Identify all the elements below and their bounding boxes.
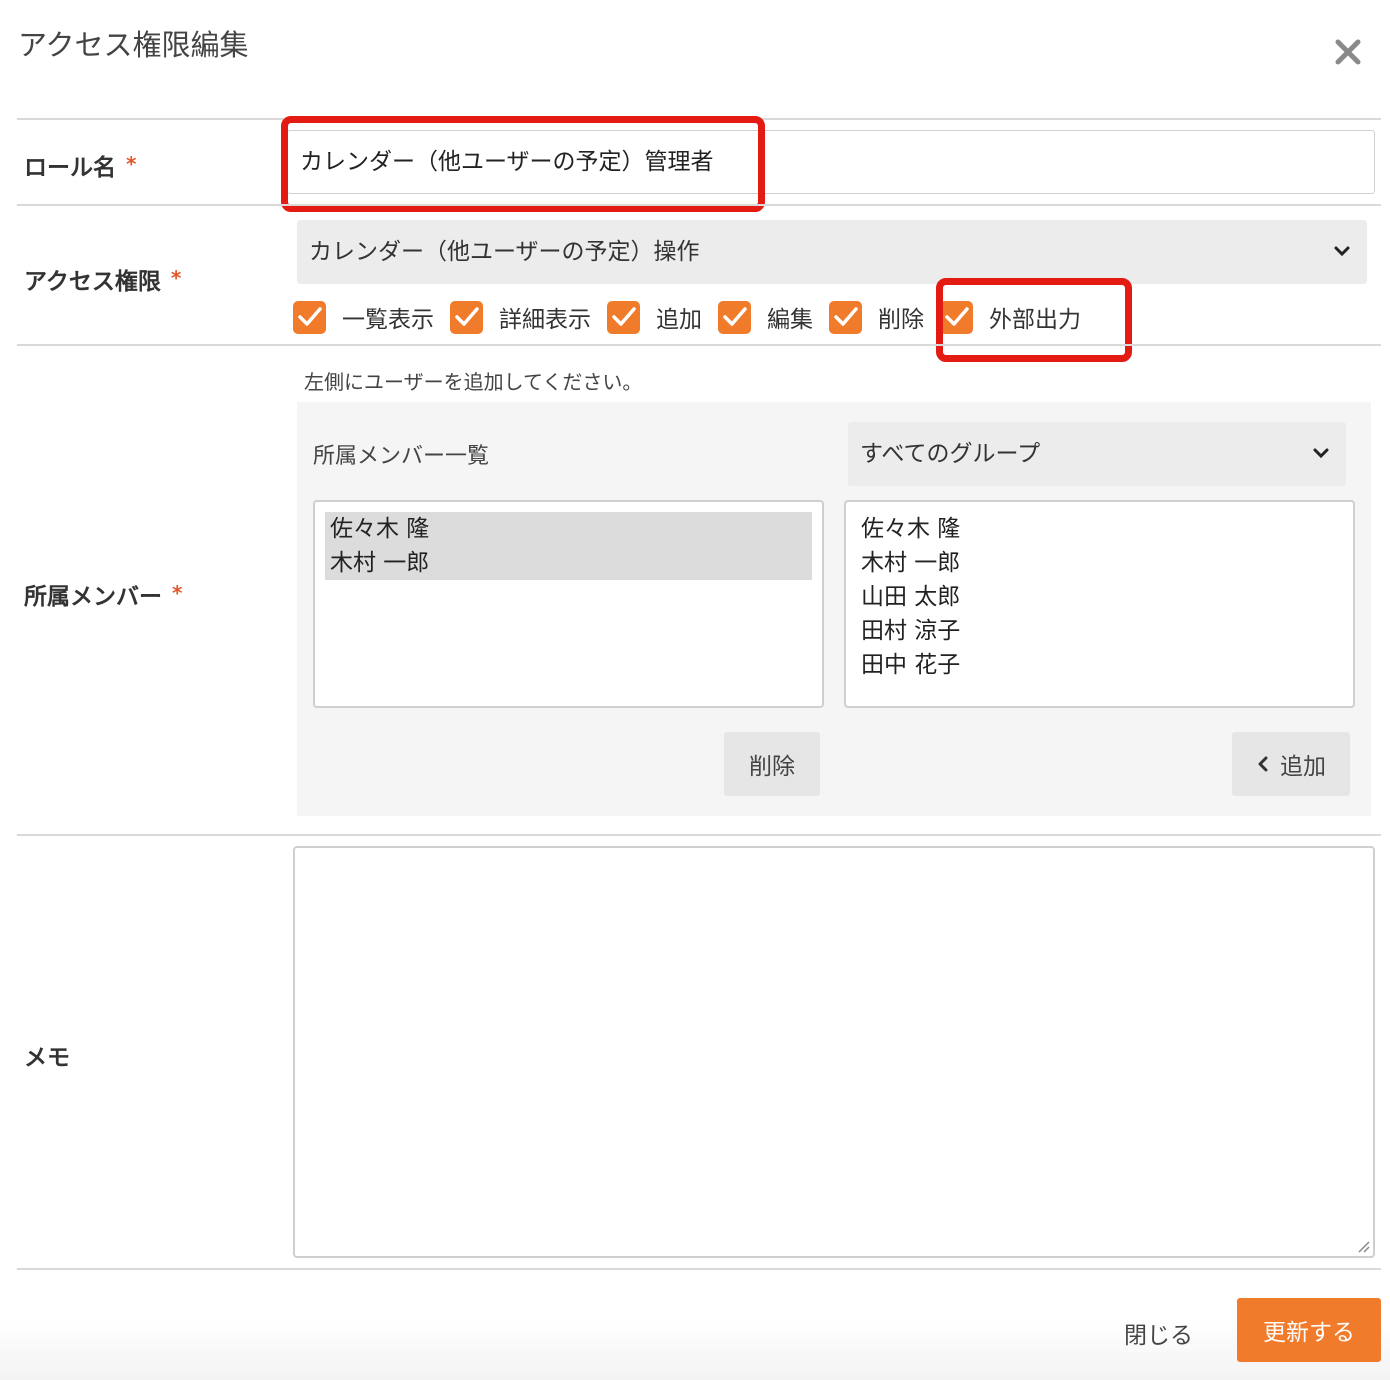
memo-label: メモ bbox=[24, 1045, 70, 1071]
member-list-title: 所属メンバー一覧 bbox=[313, 444, 490, 469]
chevron-down-icon bbox=[1313, 448, 1329, 459]
required-mark: * bbox=[172, 581, 183, 605]
available-users-listbox[interactable]: 佐々木 隆 木村 一郎 山田 太郎 田村 涼子 田中 花子 bbox=[844, 500, 1355, 708]
checkbox-checked[interactable] bbox=[450, 300, 483, 334]
list-item[interactable]: 佐々木 隆 bbox=[325, 512, 812, 546]
check-icon bbox=[833, 307, 858, 326]
update-button[interactable]: 更新する bbox=[1237, 1298, 1381, 1362]
members-hint: 左側にユーザーを追加してください。 bbox=[304, 370, 643, 394]
group-select[interactable]: すべてのグループ bbox=[848, 422, 1346, 486]
permission-delete[interactable]: 削除 bbox=[829, 300, 924, 334]
permission-detail-view[interactable]: 詳細表示 bbox=[450, 300, 591, 334]
required-mark: * bbox=[170, 266, 182, 290]
close-icon[interactable] bbox=[1332, 36, 1364, 68]
list-item[interactable]: 山田 太郎 bbox=[856, 580, 1343, 614]
check-icon bbox=[454, 307, 479, 326]
list-item[interactable]: 田村 涼子 bbox=[856, 614, 1343, 648]
check-icon bbox=[611, 307, 636, 326]
assigned-members-listbox[interactable]: 佐々木 隆 木村 一郎 bbox=[313, 500, 824, 708]
chevron-down-icon bbox=[1334, 246, 1350, 257]
dialog-title: アクセス権限編集 bbox=[18, 28, 249, 62]
memo-textarea[interactable] bbox=[293, 846, 1375, 1258]
checkbox-checked[interactable] bbox=[293, 300, 326, 334]
remove-member-button[interactable]: 削除 bbox=[724, 732, 820, 796]
permission-add[interactable]: 追加 bbox=[607, 300, 702, 334]
access-label: アクセス権限 * bbox=[24, 266, 182, 295]
list-item[interactable]: 木村 一郎 bbox=[325, 546, 812, 580]
list-item[interactable]: 田中 花子 bbox=[856, 648, 1343, 682]
checkbox-checked[interactable] bbox=[607, 300, 640, 334]
access-target-select[interactable]: カレンダー（他ユーザーの予定）操作 bbox=[297, 220, 1367, 284]
add-member-button[interactable]: 追加 bbox=[1232, 732, 1350, 796]
permission-edit[interactable]: 編集 bbox=[718, 300, 813, 334]
list-item[interactable]: 木村 一郎 bbox=[856, 546, 1343, 580]
access-edit-dialog: アクセス権限編集 ロール名 * カレンダー（他ユーザーの予定）管理者 アクセス権限… bbox=[0, 0, 1390, 1380]
divider bbox=[17, 344, 1381, 346]
check-icon bbox=[297, 307, 322, 326]
list-item[interactable]: 佐々木 隆 bbox=[856, 512, 1343, 546]
divider bbox=[17, 1268, 1381, 1270]
chevron-left-icon bbox=[1258, 756, 1268, 772]
required-mark: * bbox=[126, 152, 137, 176]
member-panel: 所属メンバー一覧 すべてのグループ 佐々木 隆 木村 一郎 佐々木 隆 木村 一… bbox=[297, 402, 1371, 816]
divider bbox=[17, 834, 1381, 836]
checkbox-checked[interactable] bbox=[718, 300, 751, 334]
close-button[interactable]: 閉じる bbox=[1124, 1316, 1193, 1350]
resize-grip-icon[interactable] bbox=[1356, 1239, 1370, 1253]
annotation-highlight-role bbox=[281, 116, 765, 212]
permission-list-view[interactable]: 一覧表示 bbox=[293, 300, 434, 334]
divider bbox=[17, 204, 1381, 206]
check-icon bbox=[722, 307, 747, 326]
role-name-label: ロール名 * bbox=[24, 152, 137, 181]
checkbox-checked[interactable] bbox=[829, 300, 862, 334]
annotation-highlight-export bbox=[936, 278, 1132, 362]
members-label: 所属メンバー * bbox=[24, 581, 183, 610]
